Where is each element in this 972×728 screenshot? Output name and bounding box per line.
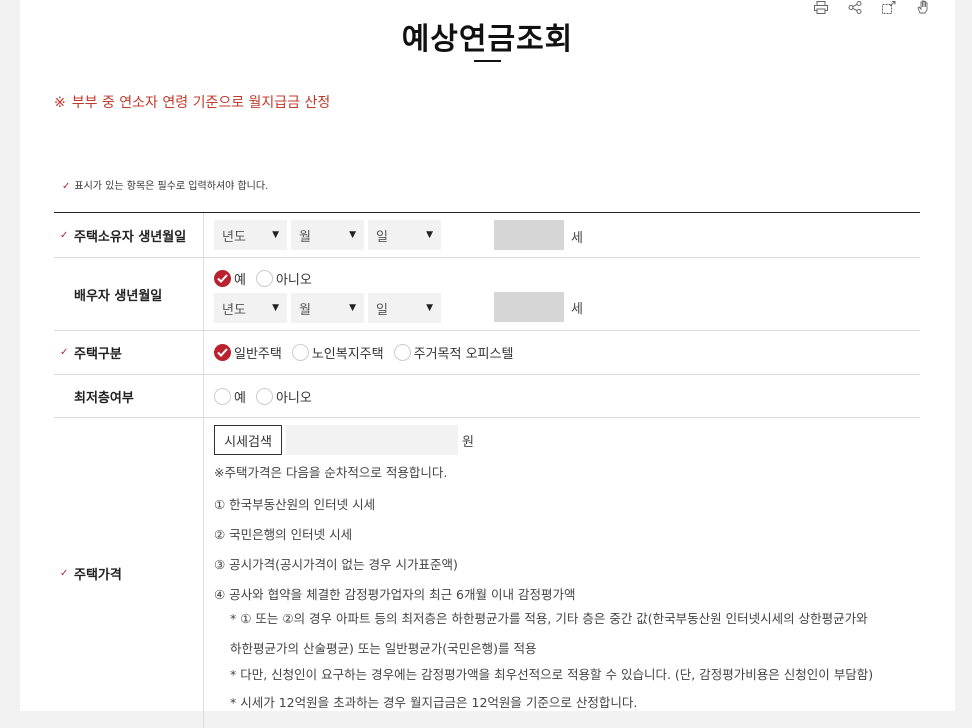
price-rule-intro: ※주택가격은 다음을 순차적으로 적용합니다.: [214, 465, 448, 480]
pension-form: ✓ 주택소유자 생년월일 년도 ▼ 월 ▼ 일 ▼ 세 배우자 생년월일 예 아…: [54, 212, 920, 728]
title-underline: [474, 60, 501, 62]
dropdown-arrow-icon: ▼: [349, 303, 356, 313]
required-check-icon: ✓: [60, 567, 69, 579]
spouse-no-radio[interactable]: 아니오: [255, 269, 312, 288]
page: 예상연금조회 ※ 부부 중 연소자 연령 기준으로 월지급금 산정 ✓ 표시가 있는…: [20, 0, 955, 728]
lowest-floor-yes-label: 예: [234, 391, 246, 406]
house-type-body: 일반주택 노인복지주택 주거목적 오피스텔: [204, 331, 920, 374]
spouse-day-select[interactable]: 일 ▼: [368, 293, 441, 323]
row-lowest-floor: 최저층여부 예 아니오: [54, 375, 920, 418]
notice-text: 부부 중 연소자 연령 기준으로 월지급금 산정: [71, 95, 331, 111]
price-rule-3: ③ 공시가격(공시가격이 없는 경우 시가표준액): [214, 557, 458, 572]
house-type-general-label: 일반주택: [234, 347, 282, 362]
owner-age-unit: 세: [571, 231, 583, 246]
print-icon[interactable]: [813, 0, 829, 14]
spouse-year-value: 년도: [222, 302, 246, 318]
expand-icon[interactable]: [881, 0, 897, 14]
owner-age-display: [494, 220, 564, 250]
row-spouse-birth: 배우자 생년월일 예 아니오 년도 ▼ 월 ▼ 일 ▼ 세: [54, 258, 920, 331]
page-title: 예상연금조회: [401, 22, 574, 57]
lowest-floor-label-text: 최저층여부: [74, 390, 134, 406]
price-rule-2: ② 국민은행의 인터넷 시세: [214, 527, 353, 542]
owner-birth-label: ✓ 주택소유자 생년월일: [54, 213, 204, 257]
house-price-label-text: 주택가격: [74, 567, 122, 583]
house-type-label-text: 주택구분: [74, 347, 122, 362]
dropdown-arrow-icon: ▼: [272, 303, 279, 313]
owner-birth-body: 년도 ▼ 월 ▼ 일 ▼ 세: [204, 213, 920, 257]
radio-unchecked-icon: [393, 344, 411, 361]
price-note-1a: * ① 또는 ②의 경우 아파트 등의 최저층은 하한평균가를 적용, 기타 층…: [230, 611, 868, 626]
house-type-label: ✓ 주택구분: [54, 331, 204, 374]
spouse-age-display: [494, 292, 564, 322]
dropdown-arrow-icon: ▼: [349, 230, 356, 240]
spouse-birth-label: 배우자 생년월일: [54, 258, 204, 330]
required-check-icon: ✓: [62, 181, 71, 192]
lowest-floor-body: 예 아니오: [204, 375, 920, 417]
price-rule-4: ④ 공사와 협약을 체결한 감정평가업자의 최근 6개월 이내 감정평가액: [214, 587, 576, 602]
spouse-yes-radio[interactable]: 예: [214, 269, 246, 288]
owner-month-select[interactable]: 월 ▼: [291, 220, 364, 250]
spouse-birth-body: 예 아니오 년도 ▼ 월 ▼ 일 ▼ 세: [204, 258, 920, 330]
price-search-button[interactable]: 시세검색: [214, 425, 282, 455]
required-note-text: 표시가 있는 항목은 필수로 입력하셔야 합니다.: [74, 181, 269, 192]
toolbar: [813, 0, 931, 14]
dropdown-arrow-icon: ▼: [426, 303, 433, 313]
house-type-general-radio[interactable]: 일반주택: [214, 343, 282, 362]
price-note-1b: 하한평균가의 산술평균) 또는 일반평균가(국민은행)를 적용: [230, 641, 537, 656]
required-check-icon: ✓: [60, 347, 69, 358]
radio-unchecked-icon: [255, 388, 273, 405]
radio-unchecked-icon: [255, 270, 273, 287]
required-check-icon: ✓: [60, 229, 69, 241]
radio-unchecked-icon: [291, 344, 309, 361]
house-price-label: ✓ 주택가격: [54, 418, 204, 728]
row-house-price: ✓ 주택가격 시세검색 원 ※주택가격은 다음을 순차적으로 적용합니다. ① 한…: [54, 418, 920, 728]
spouse-birth-label-text: 배우자 생년월일: [74, 288, 163, 304]
owner-year-select[interactable]: 년도 ▼: [214, 220, 287, 250]
spouse-month-value: 월: [299, 302, 311, 318]
price-input[interactable]: [286, 425, 458, 455]
house-type-officetel-radio[interactable]: 주거목적 오피스텔: [393, 343, 514, 362]
spouse-no-label: 아니오: [275, 273, 312, 288]
required-note: ✓ 표시가 있는 항목은 필수로 입력하셔야 합니다.: [62, 177, 268, 192]
owner-birth-label-text: 주택소유자 생년월일: [74, 229, 187, 245]
lowest-floor-no-radio[interactable]: 아니오: [255, 387, 312, 406]
spouse-month-select[interactable]: 월 ▼: [291, 293, 364, 323]
hand-icon[interactable]: [915, 0, 931, 14]
price-note-2: * 다만, 신청인이 요구하는 경우에는 감정평가액을 최우선적으로 적용할 수…: [230, 667, 874, 682]
radio-checked-icon: [214, 270, 231, 287]
radio-checked-icon: [214, 344, 231, 361]
notice-mark: ※: [54, 95, 66, 111]
row-house-type: ✓ 주택구분 일반주택 노인복지주택 주거목적 오피스텔: [54, 331, 920, 375]
spouse-day-value: 일: [376, 302, 388, 318]
spouse-year-select[interactable]: 년도 ▼: [214, 293, 287, 323]
dropdown-arrow-icon: ▼: [272, 230, 279, 240]
house-type-officetel-label: 주거목적 오피스텔: [413, 347, 514, 362]
notice: ※ 부부 중 연소자 연령 기준으로 월지급금 산정: [54, 92, 330, 112]
owner-day-value: 일: [376, 229, 388, 245]
spouse-yes-label: 예: [234, 273, 246, 288]
share-icon[interactable]: [847, 0, 863, 14]
price-note-3: * 시세가 12억원을 초과하는 경우 월지급금은 12억원을 기준으로 산정합…: [230, 695, 638, 710]
house-type-senior-label: 노인복지주택: [311, 347, 384, 362]
dropdown-arrow-icon: ▼: [426, 230, 433, 240]
owner-month-value: 월: [299, 229, 311, 245]
price-rule-1: ① 한국부동산원의 인터넷 시세: [214, 497, 376, 512]
row-owner-birth: ✓ 주택소유자 생년월일 년도 ▼ 월 ▼ 일 ▼ 세: [54, 213, 920, 258]
house-price-body: 시세검색 원 ※주택가격은 다음을 순차적으로 적용합니다. ① 한국부동산원의…: [204, 418, 920, 728]
radio-unchecked-icon: [214, 388, 231, 405]
lowest-floor-yes-radio[interactable]: 예: [214, 387, 246, 406]
price-unit: 원: [462, 434, 474, 450]
owner-day-select[interactable]: 일 ▼: [368, 220, 441, 250]
owner-year-value: 년도: [222, 229, 246, 245]
house-type-senior-radio[interactable]: 노인복지주택: [291, 343, 384, 362]
spouse-age-unit: 세: [571, 302, 583, 317]
lowest-floor-no-label: 아니오: [275, 391, 312, 406]
lowest-floor-label: 최저층여부: [54, 375, 204, 417]
